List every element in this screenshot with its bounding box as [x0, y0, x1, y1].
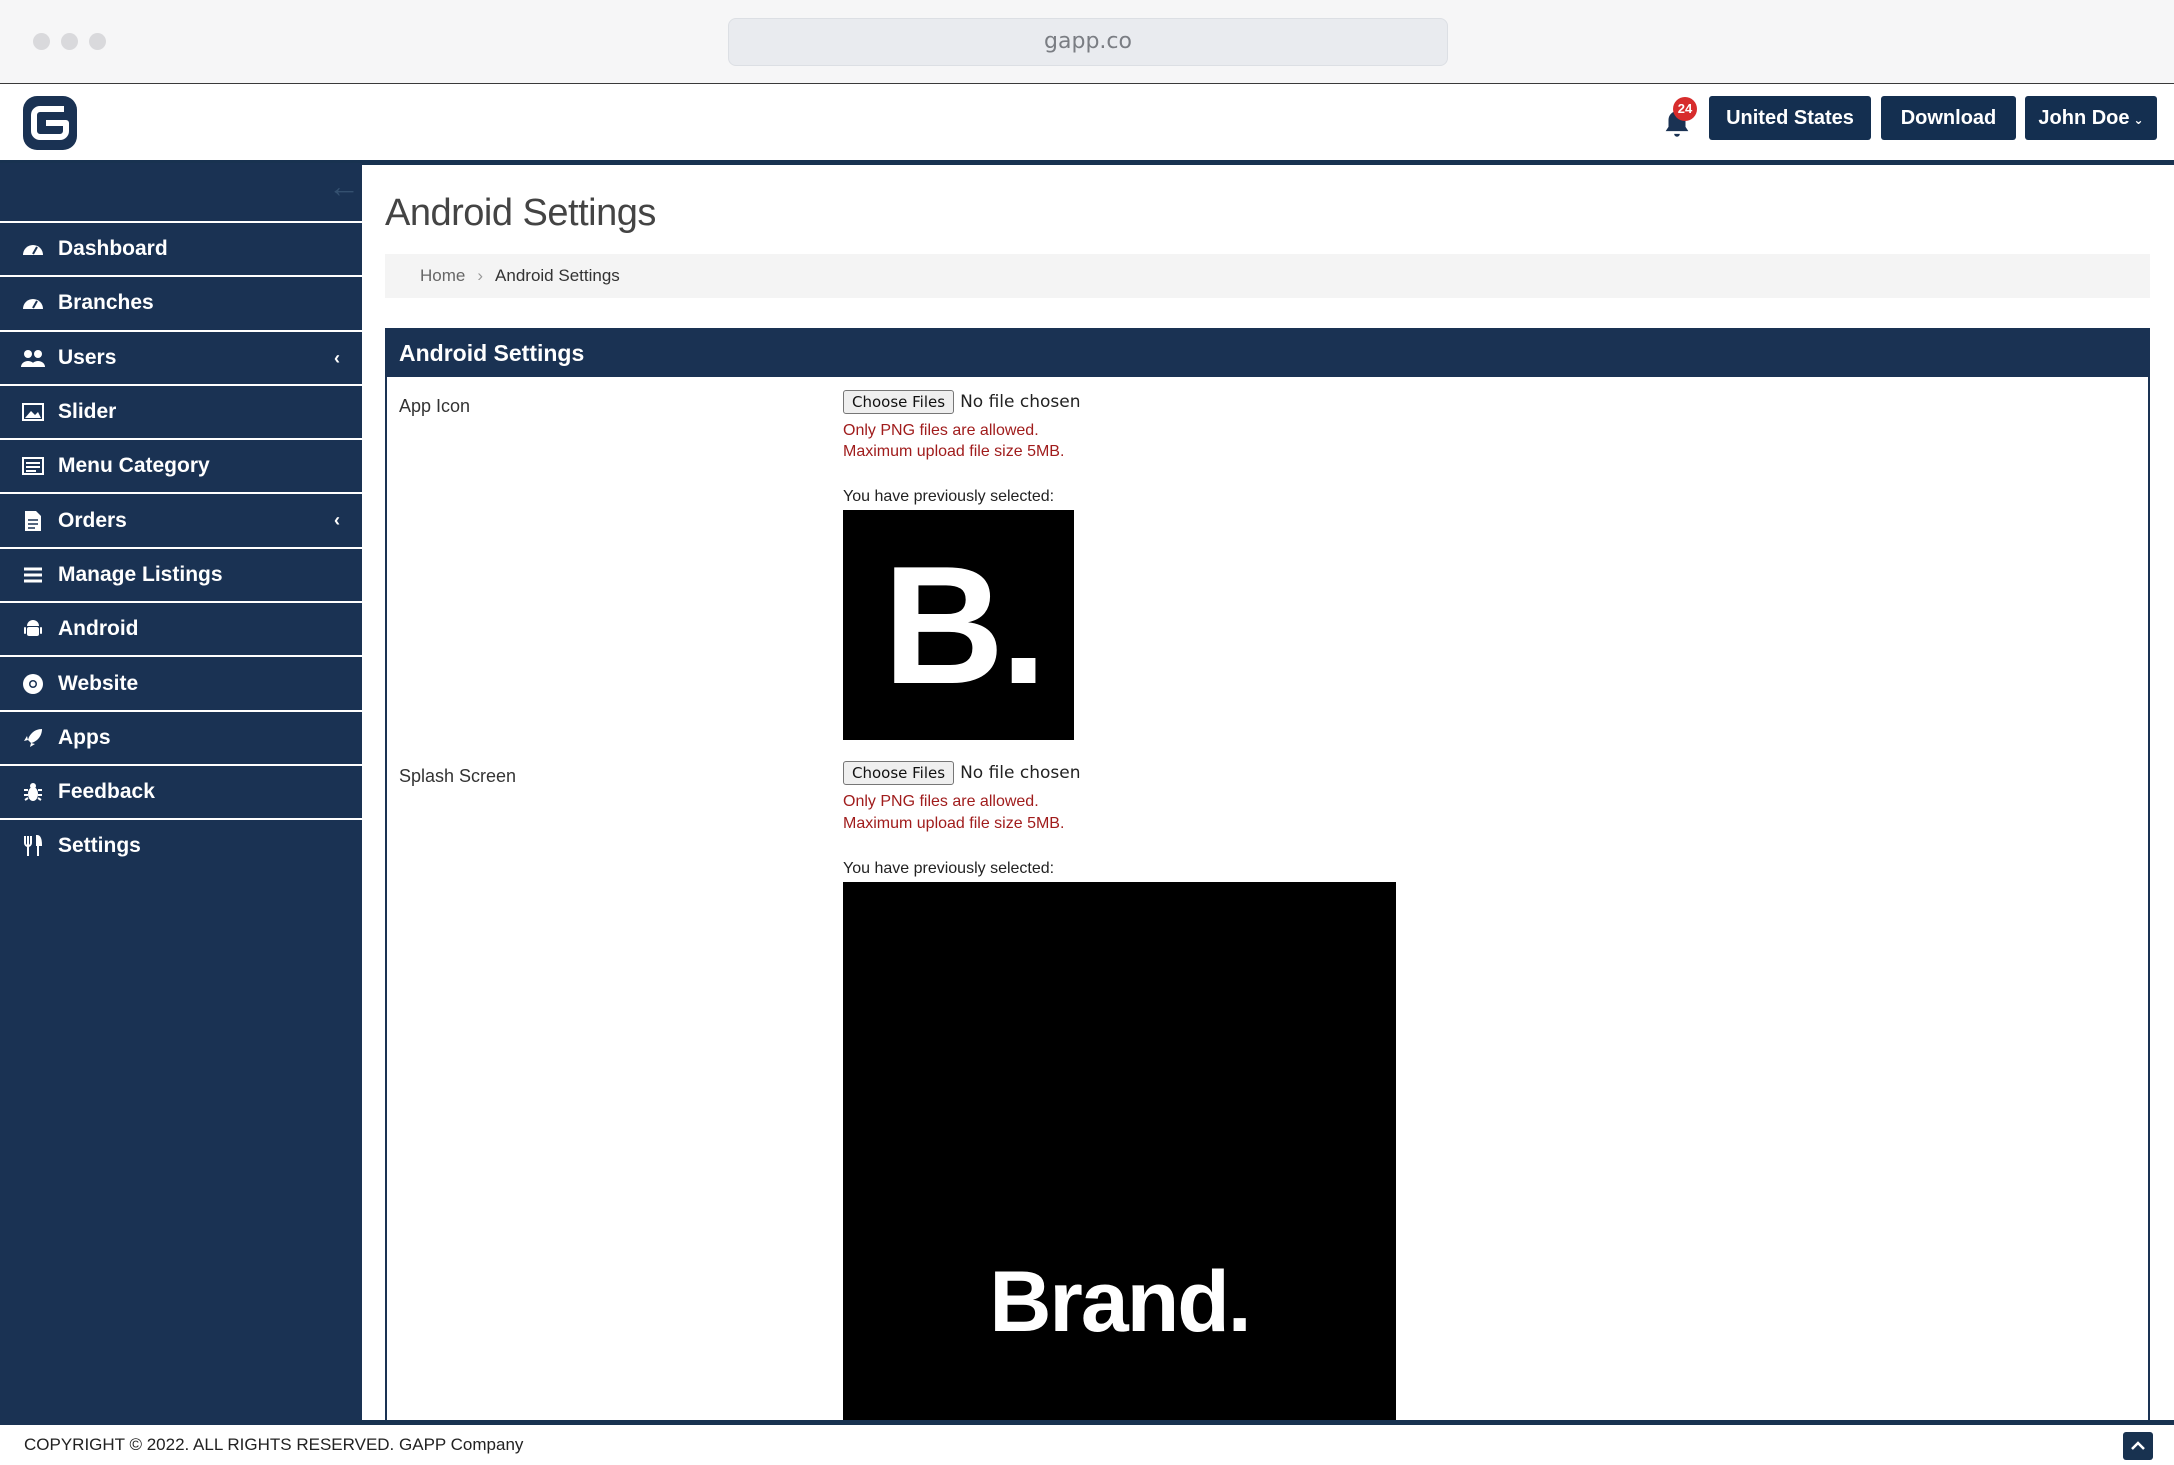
sidebar-item-website[interactable]: Website [0, 655, 362, 709]
dashboard-icon [20, 290, 46, 316]
splash-screen-brand-text: Brand. [989, 1254, 1251, 1350]
sidebar-nav: Dashboard Branches Users ‹ Slider Menu C… [0, 221, 362, 873]
utensils-icon [20, 833, 46, 859]
splash-screen-previous-label: You have previously selected: [843, 860, 1055, 877]
sidebar-item-label: Dashboard [58, 237, 168, 261]
chevron-left-icon: ‹ [334, 347, 340, 368]
rocket-icon [20, 725, 46, 751]
sidebar-item-label: Branches [58, 291, 154, 315]
window-close-dot[interactable] [33, 33, 50, 50]
sidebar-item-label: Website [58, 671, 139, 695]
address-bar[interactable]: gapp.co [728, 18, 1448, 66]
splash-screen-choose-files-button[interactable]: Choose Files [843, 761, 955, 785]
footer: COPYRIGHT © 2022. ALL RIGHTS RESERVED. G… [0, 1425, 2174, 1464]
browser-chrome: gapp.co [0, 0, 2174, 84]
window-zoom-dot[interactable] [89, 33, 106, 50]
app-icon-preview-image: B. [843, 510, 1074, 740]
bars-icon [20, 562, 46, 588]
app-icon-brand-letter: B. [883, 531, 1047, 719]
country-button[interactable]: United States [1709, 96, 1871, 140]
app-icon-file-status: No file chosen [960, 392, 1081, 412]
sidebar-item-manage-listings[interactable]: Manage Listings [0, 546, 362, 601]
copyright-text: COPYRIGHT © 2022. ALL RIGHTS RESERVED. G… [24, 1435, 524, 1454]
app-icon-previous-label: You have previously selected: [843, 488, 1055, 505]
sidebar-item-label: Menu Category [58, 454, 210, 478]
sidebar: ← Dashboard Branches Users ‹ Slider Menu… [0, 163, 362, 1428]
sidebar-item-branches[interactable]: Branches [0, 275, 362, 329]
sidebar-item-users[interactable]: Users ‹ [0, 329, 362, 384]
android-settings-panel: Android Settings App Icon Choose Files N… [385, 328, 2150, 1428]
sidebar-item-settings[interactable]: Settings [0, 818, 362, 872]
splash-screen-file-status: No file chosen [960, 763, 1081, 783]
notification-badge: 24 [1673, 97, 1697, 121]
chrome-icon [20, 671, 46, 697]
chevron-up-icon [2131, 1441, 2145, 1450]
sidebar-item-android[interactable]: Android [0, 601, 362, 655]
breadcrumb-home-link[interactable]: Home [420, 266, 465, 285]
dashboard-icon [20, 236, 46, 262]
sidebar-item-label: Apps [58, 725, 111, 749]
app-icon-warning-size: Maximum upload file size 5MB. [843, 443, 1065, 460]
splash-screen-file-input[interactable]: Choose Files No file chosen [843, 761, 1081, 785]
breadcrumb: Home › Android Settings [385, 254, 2150, 298]
splash-screen-preview-image: Brand. [843, 882, 1396, 1420]
sidebar-item-label: Manage Listings [58, 562, 223, 586]
window-minimize-dot[interactable] [61, 33, 78, 50]
list-box-icon [20, 453, 46, 479]
splash-screen-warning-size: Maximum upload file size 5MB. [843, 815, 1065, 832]
sidebar-item-feedback[interactable]: Feedback [0, 763, 362, 818]
app-icon-label: App Icon [399, 396, 471, 416]
sidebar-item-slider[interactable]: Slider [0, 383, 362, 438]
app-icon-warning-format: Only PNG files are allowed. [843, 422, 1039, 439]
bug-icon [20, 779, 46, 805]
download-button[interactable]: Download [1881, 96, 2016, 140]
sidebar-item-apps[interactable]: Apps [0, 709, 362, 764]
users-icon [20, 345, 46, 371]
chevron-right-icon: › [477, 266, 484, 285]
user-menu-button[interactable]: John Doe ⌄ [2025, 96, 2157, 140]
sidebar-item-label: Android [58, 617, 139, 641]
app-icon-choose-files-button[interactable]: Choose Files [843, 390, 955, 414]
sidebar-item-menu-category[interactable]: Menu Category [0, 438, 362, 492]
sidebar-item-label: Users [58, 345, 117, 369]
sidebar-item-label: Slider [58, 400, 117, 424]
app-icon-file-input[interactable]: Choose Files No file chosen [843, 390, 1081, 414]
breadcrumb-current: Android Settings [495, 266, 620, 285]
splash-screen-label: Splash Screen [399, 766, 517, 786]
user-name: John Doe [2038, 107, 2130, 129]
chevron-down-icon: ⌄ [2133, 113, 2144, 127]
image-icon [20, 399, 46, 425]
sidebar-item-label: Settings [58, 834, 141, 858]
scroll-to-top-button[interactable] [2123, 1432, 2153, 1460]
chevron-left-icon: ‹ [334, 510, 340, 531]
sidebar-item-orders[interactable]: Orders ‹ [0, 492, 362, 546]
collapse-sidebar-icon[interactable]: ← [328, 170, 360, 202]
android-icon [20, 616, 46, 642]
panel-title: Android Settings [387, 330, 2148, 377]
splash-screen-warning-format: Only PNG files are allowed. [843, 793, 1039, 810]
sidebar-item-dashboard[interactable]: Dashboard [0, 221, 362, 275]
page-title: Android Settings [385, 192, 656, 234]
top-header: 24 United States Download John Doe ⌄ [0, 85, 2174, 161]
document-icon [20, 508, 46, 534]
sidebar-item-label: Orders [58, 508, 127, 532]
gapp-logo[interactable] [20, 93, 80, 153]
sidebar-item-label: Feedback [58, 780, 155, 804]
